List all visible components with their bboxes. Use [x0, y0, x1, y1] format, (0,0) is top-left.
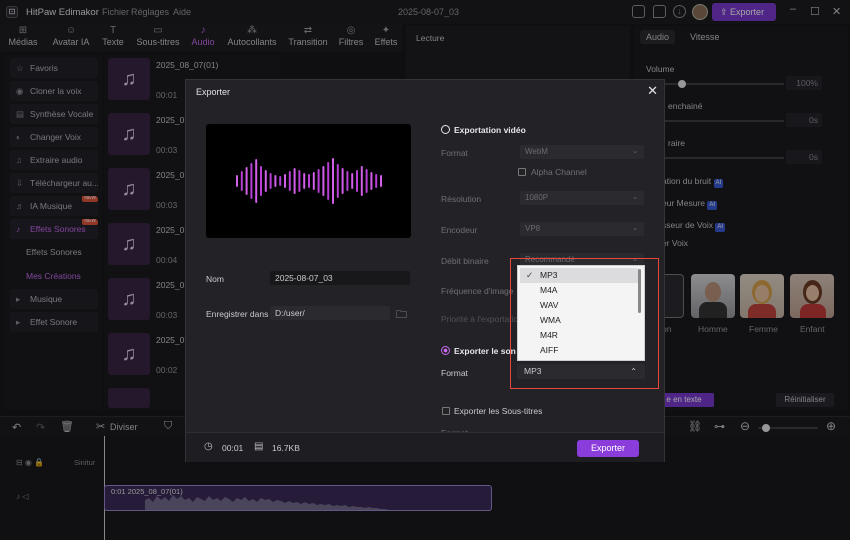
- waveform-bar: [303, 173, 306, 189]
- save-location-input[interactable]: D:/user/: [270, 306, 390, 320]
- video-format-value: WebM: [525, 147, 548, 156]
- name-input[interactable]: 2025-08-07_03: [270, 271, 410, 285]
- waveform-bar: [341, 168, 344, 194]
- waveform-bar: [351, 173, 354, 189]
- waveform-bar: [380, 175, 382, 187]
- dialog-title: Exporter: [196, 87, 231, 97]
- alpha-label: Alpha Channel: [531, 167, 587, 177]
- framerate-label: Fréquence d'image: [441, 286, 514, 296]
- waveform-bar: [264, 170, 267, 192]
- chevron-down-icon: ⌄: [632, 225, 638, 232]
- subtitle-export-checkbox[interactable]: [442, 407, 450, 415]
- video-format-select[interactable]: WebM ⌄: [520, 145, 644, 159]
- export-duration: 00:01: [222, 443, 244, 453]
- highlight-box: [510, 258, 659, 389]
- save-location-label: Enregistrer dans: [206, 309, 269, 319]
- video-format-label: Format: [441, 148, 468, 158]
- waveform-bar: [245, 167, 248, 195]
- waveform-bar: [356, 170, 358, 192]
- resolution-select[interactable]: 1080P ⌄: [520, 191, 644, 205]
- resolution-label: Résolution: [441, 194, 482, 204]
- waveform-bar: [360, 166, 363, 196]
- waveform-bar: [375, 174, 378, 188]
- video-export-label: Exportation vidéo: [454, 125, 526, 135]
- chevron-down-icon: ⌄: [632, 194, 638, 201]
- waveform-bar: [269, 173, 272, 189]
- waveform-bar: [240, 171, 243, 191]
- waveform-bar: [284, 174, 286, 188]
- subtitle-export-label: Exporter les Sous-titres: [454, 406, 543, 416]
- waveform-bar: [322, 166, 325, 196]
- waveform-bar: [336, 164, 339, 198]
- waveform-bars: [236, 158, 382, 204]
- waveform-bar: [293, 168, 296, 194]
- name-label: Nom: [206, 274, 224, 284]
- waveform-bar: [370, 172, 373, 190]
- waveform-bar: [365, 169, 368, 193]
- video-export-radio[interactable]: [441, 125, 450, 134]
- encoder-label: Encodeur: [441, 225, 478, 235]
- file-size-icon: ▤: [254, 441, 264, 452]
- export-size: 16.7KB: [272, 443, 300, 453]
- dialog-footer: ◷ 00:01 ▤ 16.7KB Exporter: [186, 432, 664, 462]
- waveform-bar: [308, 174, 310, 188]
- audio-preview: [206, 124, 411, 238]
- waveform-bar: [327, 162, 330, 200]
- clock-icon: ◷: [204, 441, 213, 452]
- waveform-bar: [236, 175, 238, 187]
- alpha-checkbox[interactable]: [518, 168, 526, 176]
- waveform-bar: [312, 172, 315, 190]
- bitrate-label: Débit binaire: [441, 256, 489, 266]
- encoder-value: VP8: [525, 224, 541, 233]
- encoder-select[interactable]: VP8 ⌄: [520, 222, 644, 236]
- export-button[interactable]: Exporter: [577, 440, 639, 457]
- waveform-bar: [317, 169, 320, 193]
- sound-export-radio[interactable]: [441, 346, 450, 355]
- waveform-bar: [250, 163, 253, 199]
- folder-icon[interactable]: 🗀: [396, 306, 407, 325]
- waveform-bar: [255, 159, 258, 203]
- waveform-bar: [332, 158, 334, 204]
- audio-format-label: Format: [441, 368, 468, 378]
- waveform-bar: [288, 171, 291, 191]
- waveform-bar: [279, 176, 282, 186]
- waveform-bar: [274, 175, 277, 187]
- waveform-bar: [260, 166, 262, 196]
- waveform-bar: [346, 171, 349, 191]
- resolution-value: 1080P: [525, 193, 549, 202]
- chevron-down-icon: ⌄: [632, 148, 638, 155]
- sound-export-label: Exporter le son: [454, 346, 516, 356]
- waveform-bar: [298, 170, 301, 192]
- close-icon[interactable]: ✕: [647, 83, 658, 99]
